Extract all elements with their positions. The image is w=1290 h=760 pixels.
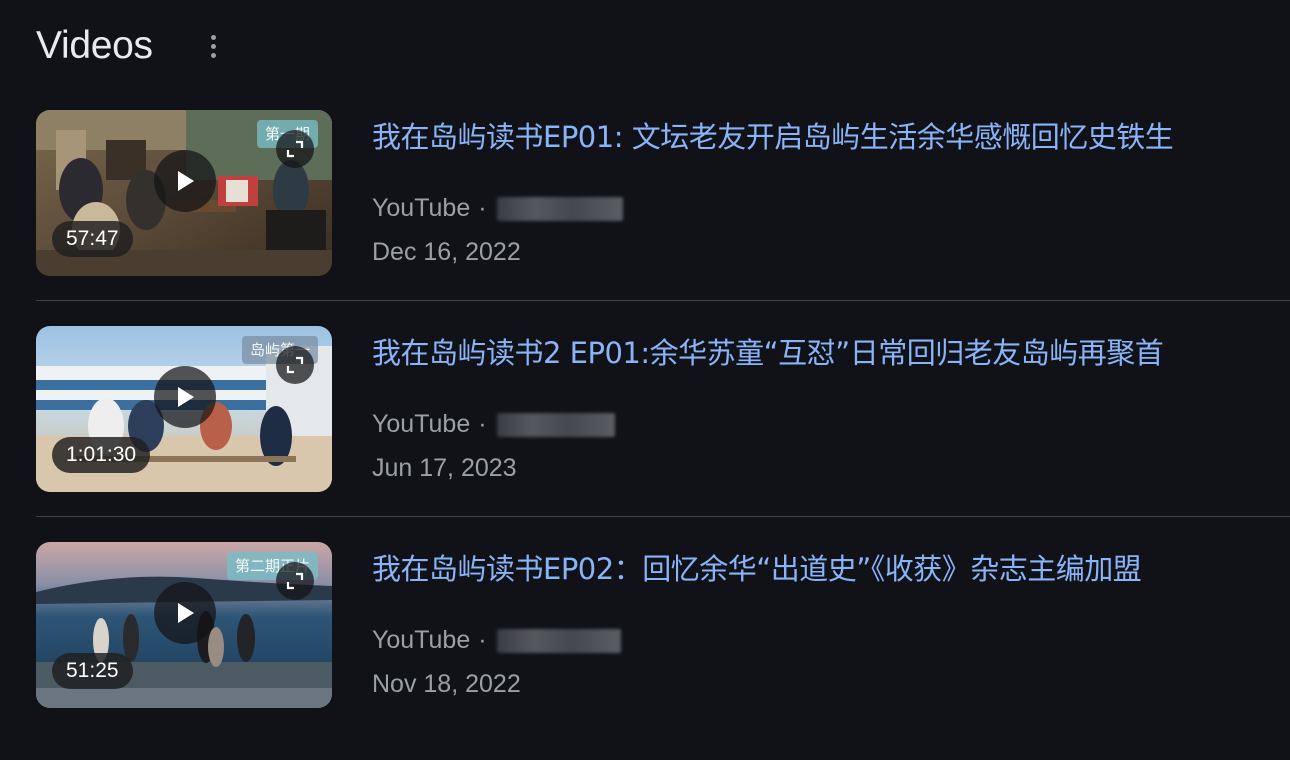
redacted-channel (496, 196, 623, 221)
video-duration: 51:25 (52, 653, 133, 689)
expand-icon[interactable] (276, 130, 314, 168)
video-source: YouTube (372, 410, 471, 438)
divider (36, 516, 1290, 517)
meta-separator: · (478, 410, 487, 438)
video-result: 第二期正片 51:25 我在岛屿读书EP02：回忆余华“出道史”《收获》杂志主编… (36, 542, 1290, 758)
video-result: 岛屿第一 1:01:30 我在岛屿读书2 EP01:余华苏童“互怼”日常回归老友… (36, 326, 1290, 542)
meta-separator: · (478, 194, 487, 222)
video-result: 第一期 57:47 我在岛屿读书EP01: 文坛老友开启岛屿生活余华感慨回忆史铁… (36, 110, 1290, 326)
video-date: Nov 18, 2022 (372, 670, 521, 698)
video-meta: YouTube · (372, 194, 623, 223)
video-date: Jun 17, 2023 (372, 454, 517, 482)
video-date: Dec 16, 2022 (372, 238, 521, 266)
expand-icon[interactable] (276, 562, 314, 600)
redacted-channel (496, 412, 615, 437)
video-thumbnail[interactable]: 第二期正片 51:25 (36, 542, 332, 708)
video-duration: 57:47 (52, 221, 133, 257)
video-source: YouTube (372, 194, 471, 222)
video-meta: YouTube · (372, 626, 621, 655)
video-title-link[interactable]: 我在岛屿读书EP01: 文坛老友开启岛屿生活余华感慨回忆史铁生 (372, 114, 1174, 156)
play-icon[interactable] (154, 582, 216, 644)
video-thumbnail[interactable]: 岛屿第一 1:01:30 (36, 326, 332, 492)
play-icon[interactable] (154, 366, 216, 428)
video-source: YouTube (372, 626, 471, 654)
more-vert-icon[interactable] (196, 28, 230, 64)
play-icon[interactable] (154, 150, 216, 212)
videos-panel: Videos 57:47 我在岛屿读书EP01: 文坛老友开启岛屿生活余华感慨回… (0, 0, 1290, 760)
meta-separator: · (478, 626, 487, 654)
expand-icon[interactable] (276, 346, 314, 384)
video-meta: YouTube · (372, 410, 615, 439)
video-title-link[interactable]: 我在岛屿读书EP02：回忆余华“出道史”《收获》杂志主编加盟 (372, 546, 1142, 588)
divider (36, 300, 1290, 301)
section-title: Videos (36, 24, 153, 67)
video-duration: 1:01:30 (52, 437, 151, 473)
redacted-channel (496, 628, 621, 653)
video-title-link[interactable]: 我在岛屿读书2 EP01:余华苏童“互怼”日常回归老友岛屿再聚首 (372, 330, 1164, 372)
section-header: Videos (36, 20, 153, 72)
video-thumbnail[interactable]: 第一期 57:47 (36, 110, 332, 276)
